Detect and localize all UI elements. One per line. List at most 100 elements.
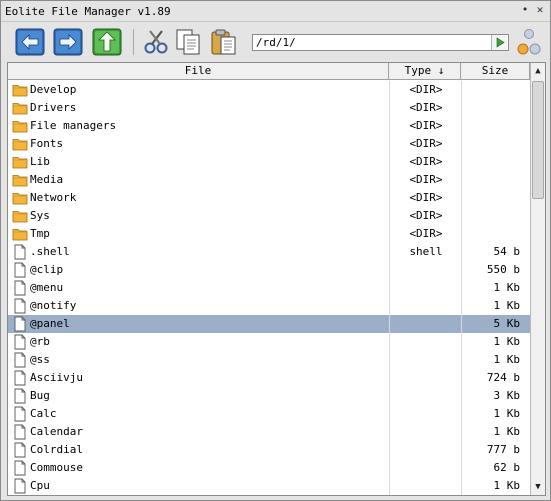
go-button[interactable] [491, 35, 507, 50]
file-row[interactable]: Colrdial 777 b [8, 441, 530, 459]
folder-icon [12, 136, 28, 152]
up-button[interactable] [92, 28, 122, 56]
file-row[interactable]: @menu 1 Kb [8, 279, 530, 297]
file-type: <DIR> [409, 227, 443, 240]
file-size: 5 Kb [493, 317, 521, 330]
title-bar[interactable]: Eolite File Manager v1.89 • ✕ [1, 1, 550, 22]
file-row[interactable]: @ss 1 Kb [8, 351, 530, 369]
file-type: <DIR> [409, 191, 443, 204]
file-name: File managers [30, 119, 117, 132]
file-name: Calc [30, 407, 57, 420]
arrow-left-icon [15, 28, 45, 56]
copy-icon [176, 29, 200, 55]
file-name: Lib [30, 155, 50, 168]
file-row[interactable]: Drivers <DIR> [8, 99, 530, 117]
back-button[interactable] [15, 28, 45, 56]
copy-button[interactable] [173, 28, 203, 56]
column-header-size[interactable]: Size [461, 63, 530, 79]
cut-button[interactable] [141, 28, 171, 56]
folder-icon [12, 172, 28, 188]
file-row[interactable]: Sys <DIR> [8, 207, 530, 225]
scroll-up-button[interactable]: ▲ [531, 63, 545, 79]
file-type: <DIR> [409, 209, 443, 222]
file-row[interactable]: @notify 1 Kb [8, 297, 530, 315]
folder-icon [12, 190, 28, 206]
file-size: 1 Kb [493, 299, 521, 312]
file-name: .shell [30, 245, 70, 258]
file-size: 724 b [486, 371, 520, 384]
file-icon [12, 460, 28, 476]
file-icon [12, 298, 28, 314]
folder-icon [12, 118, 28, 134]
paste-icon [211, 29, 236, 55]
file-row[interactable]: .shell shell 54 b [8, 243, 530, 261]
file-type: <DIR> [409, 119, 443, 132]
column-divider [461, 81, 462, 495]
app-logo-icon [517, 29, 541, 55]
file-type: <DIR> [409, 137, 443, 150]
vertical-scrollbar[interactable]: ▲ ▼ [530, 63, 545, 495]
file-size: 3 Kb [493, 389, 521, 402]
play-icon [496, 37, 505, 48]
arrow-right-icon [53, 28, 83, 56]
file-icon [12, 334, 28, 350]
column-header-type[interactable]: Type ↓ [389, 63, 461, 79]
file-row[interactable]: Commouse 62 b [8, 459, 530, 477]
file-size: 1 Kb [493, 335, 521, 348]
file-row[interactable]: Tmp <DIR> [8, 225, 530, 243]
path-input[interactable] [252, 34, 509, 51]
file-row[interactable]: Calc 1 Kb [8, 405, 530, 423]
file-size: 1 Kb [493, 407, 521, 420]
file-size: 550 b [486, 263, 520, 276]
file-row[interactable]: Develop <DIR> [8, 81, 530, 99]
folder-icon [12, 208, 28, 224]
file-row[interactable]: @rb 1 Kb [8, 333, 530, 351]
file-size: 1 Kb [493, 281, 521, 294]
file-list-header: File Type ↓ Size [8, 63, 530, 80]
close-button[interactable]: ✕ [534, 4, 546, 16]
file-row[interactable]: File managers <DIR> [8, 117, 530, 135]
window-title: Eolite File Manager v1.89 [5, 5, 171, 18]
file-list: Develop <DIR> Drivers <DIR> File managers <DI… [8, 81, 530, 495]
paste-button[interactable] [209, 28, 239, 56]
file-row[interactable]: Cpu 1 Kb [8, 477, 530, 495]
arrow-up-icon [92, 28, 122, 56]
file-row[interactable]: Asciivju 724 b [8, 369, 530, 387]
scroll-down-button[interactable]: ▼ [531, 479, 545, 495]
scroll-thumb[interactable] [532, 81, 544, 199]
file-row[interactable]: Lib <DIR> [8, 153, 530, 171]
file-size: 62 b [493, 461, 521, 474]
file-name: Network [30, 191, 77, 204]
folder-icon [12, 82, 28, 98]
forward-button[interactable] [53, 28, 83, 56]
file-type: shell [409, 245, 443, 258]
file-name: @ss [30, 353, 50, 366]
file-list-panel: File Type ↓ Size Develop <DIR> Drivers <DIR… [7, 62, 546, 496]
file-row[interactable]: Media <DIR> [8, 171, 530, 189]
file-size: 777 b [486, 443, 520, 456]
file-row[interactable]: Calendar 1 Kb [8, 423, 530, 441]
folder-icon [12, 154, 28, 170]
file-type: <DIR> [409, 155, 443, 168]
toolbar-separator [133, 29, 134, 55]
file-icon [12, 316, 28, 332]
folder-icon [12, 100, 28, 116]
file-name: @clip [30, 263, 64, 276]
file-row[interactable]: Bug 3 Kb [8, 387, 530, 405]
file-icon [12, 442, 28, 458]
minimize-button[interactable]: • [519, 4, 531, 16]
file-name: Commouse [30, 461, 83, 474]
file-name: @menu [30, 281, 64, 294]
file-size: 1 Kb [493, 353, 521, 366]
app-logo [515, 28, 543, 58]
file-icon [12, 388, 28, 404]
file-icon [12, 262, 28, 278]
file-row[interactable]: Network <DIR> [8, 189, 530, 207]
file-row[interactable]: Fonts <DIR> [8, 135, 530, 153]
file-row[interactable]: @clip 550 b [8, 261, 530, 279]
file-row[interactable]: @panel 5 Kb [8, 315, 530, 333]
file-size: 1 Kb [493, 479, 521, 492]
file-name: Asciivju [30, 371, 83, 384]
file-manager-window: Eolite File Manager v1.89 • ✕ /rd/1/ Fil… [0, 0, 551, 501]
column-header-file[interactable]: File [8, 63, 389, 79]
